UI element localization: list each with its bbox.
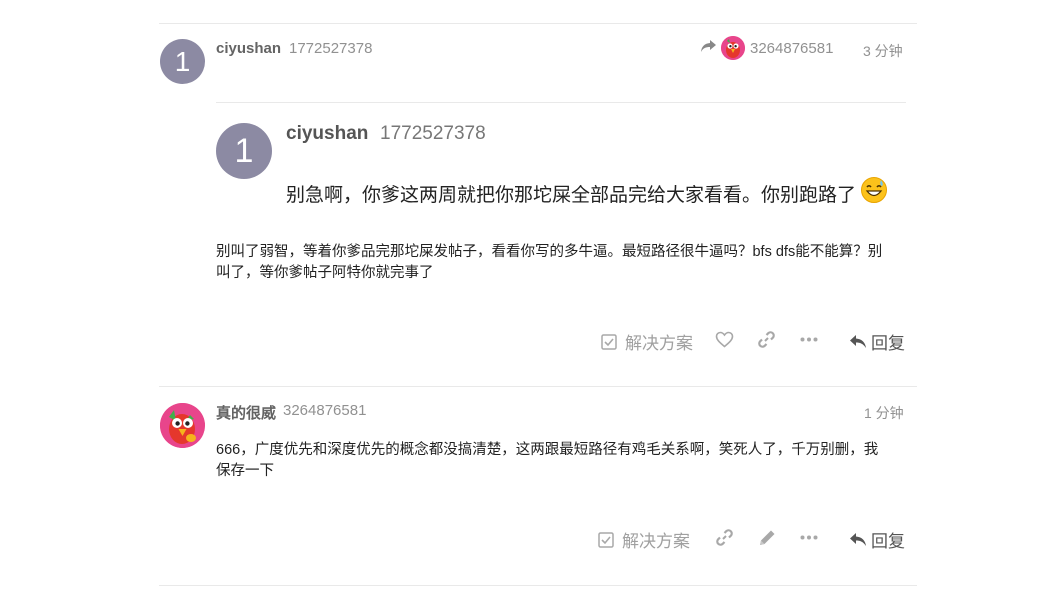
avatar[interactable] (160, 403, 205, 448)
post-body-line: 666，广度优先和深度优先的概念都没搞清楚，这两跟最短路径有鸡毛关系啊，笑死人了… (216, 442, 879, 458)
reply-button[interactable]: 回复 (849, 329, 905, 354)
post-time[interactable]: 1 分钟 (864, 403, 904, 423)
post-body: 666，广度优先和深度优先的概念都没搞清楚，这两跟最短路径有鸡毛关系啊，笑死人了… (216, 440, 916, 482)
reply-arrow-icon (849, 532, 867, 548)
checkbox-icon (601, 333, 617, 350)
avatar-letter: 1 (174, 45, 191, 77)
username[interactable]: ciyushan (216, 40, 281, 57)
copy-link-button[interactable] (757, 330, 776, 349)
solution-button[interactable]: 解决方案 (601, 329, 693, 354)
user-id: 3264876581 (283, 402, 367, 419)
top-divider (159, 23, 917, 24)
pencil-icon (758, 528, 777, 547)
share-arrow-icon (700, 39, 717, 57)
grinning-sweat-emoji (860, 176, 888, 210)
checkbox-icon (598, 531, 614, 548)
reply-arrow-icon (849, 334, 867, 350)
link-icon (757, 330, 776, 349)
post-body-line: 保存一下 (216, 463, 274, 479)
quote-avatar-letter: 1 (234, 131, 254, 170)
heart-icon (715, 331, 734, 348)
edit-button[interactable] (758, 528, 777, 547)
ellipsis-icon (800, 331, 818, 348)
post-body-line: 别叫了弱智，等着你爹品完那坨屎发帖子，看看你写的多牛逼。最短路径很牛逼吗？bfs… (216, 244, 883, 260)
ellipsis-icon (800, 529, 818, 546)
reply-label: 回复 (871, 334, 905, 353)
post-body-line: 叫了，等你爹帖子阿特你就完事了 (216, 265, 434, 281)
copy-link-button[interactable] (715, 528, 734, 547)
post-time[interactable]: 3 分钟 (863, 41, 903, 61)
reply-button[interactable]: 回复 (849, 527, 905, 552)
quote-text-content: 别急啊，你爹这两周就把你那坨屎全部品完给大家看看。你别跑路了 (286, 184, 857, 206)
username[interactable]: 真的很威 (216, 402, 276, 423)
reply-to-indicator[interactable]: 3264876581 (700, 36, 833, 60)
solution-label: 解决方案 (622, 532, 690, 551)
user-id: 1772527378 (289, 40, 373, 57)
solution-button[interactable]: 解决方案 (598, 527, 690, 552)
post-divider (159, 386, 917, 387)
link-icon (715, 528, 734, 547)
avatar[interactable]: 1 (160, 39, 205, 84)
solution-label: 解决方案 (625, 334, 693, 353)
quote-username[interactable]: ciyushan (286, 123, 368, 145)
post-body: 别叫了弱智，等着你爹品完那坨屎发帖子，看看你写的多牛逼。最短路径很牛逼吗？bfs… (216, 242, 916, 284)
quote-text: 别急啊，你爹这两周就把你那坨屎全部品完给大家看看。你别跑路了 (286, 176, 888, 210)
quote-divider (216, 102, 906, 103)
reply-label: 回复 (871, 532, 905, 551)
more-button[interactable] (800, 529, 818, 546)
like-button[interactable] (715, 331, 734, 348)
quote-avatar[interactable]: 1 (216, 123, 272, 179)
more-button[interactable] (800, 331, 818, 348)
reply-to-avatar (721, 36, 745, 60)
reply-to-user-id: 3264876581 (750, 39, 834, 57)
bottom-divider (159, 585, 917, 586)
quote-user-id: 1772527378 (380, 123, 486, 144)
